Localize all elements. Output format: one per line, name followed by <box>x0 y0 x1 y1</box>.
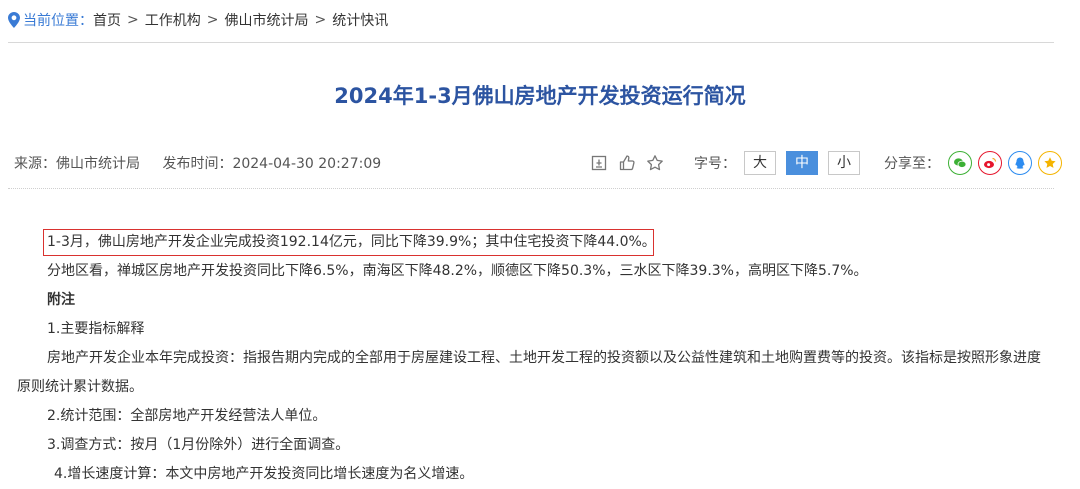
print-icon[interactable] <box>590 154 608 172</box>
notes-heading: 附注 <box>47 292 75 308</box>
share-label: 分享至： <box>884 156 940 172</box>
note-1-description: 房地产开发企业本年完成投资：指报告期内完成的全部用于房屋建设工程、土地开发工程的… <box>47 350 1041 366</box>
font-size-large-button[interactable]: 大 <box>744 151 776 175</box>
article-source: 来源：佛山市统计局 <box>14 156 140 172</box>
article-toolbar: 字号： 大 中 小 分享至： <box>590 151 1068 175</box>
font-size-small-button[interactable]: 小 <box>828 151 860 175</box>
breadcrumb: 当前位置： 首页 > 工作机构 > 佛山市统计局 > 统计快讯 <box>8 10 388 30</box>
qq-icon[interactable] <box>1008 151 1032 175</box>
paragraph-districts: 分地区看，禅城区房地产开发投资同比下降6.5%，南海区下降48.2%，顺德区下降… <box>47 263 868 279</box>
breadcrumb-separator: > <box>127 12 139 28</box>
weibo-icon[interactable] <box>978 151 1002 175</box>
paragraph-summary: 1-3月，佛山房地产开发企业完成投资192.14亿元，同比下降39.9%；其中住… <box>47 234 656 250</box>
meta-divider <box>8 188 1054 189</box>
breadcrumb-divider <box>8 42 1054 43</box>
breadcrumb-home[interactable]: 首页 <box>93 10 121 30</box>
font-size-label: 字号： <box>694 156 736 172</box>
note-3: 3.调查方式：按月（1月份除外）进行全面调查。 <box>47 437 350 453</box>
breadcrumb-separator: > <box>314 12 327 28</box>
article-meta: 来源：佛山市统计局 发布时间：2024-04-30 20:27:09 <box>14 153 381 173</box>
location-pin-icon <box>8 12 20 28</box>
breadcrumb-work-agencies[interactable]: 工作机构 <box>145 10 201 30</box>
wechat-icon[interactable] <box>948 151 972 175</box>
note-2: 2.统计范围：全部房地产开发经营法人单位。 <box>47 408 327 424</box>
article-title: 2024年1-3月佛山房地产开发投资运行简况 <box>334 84 746 108</box>
note-1-description-cont: 原则统计累计数据。 <box>17 379 143 395</box>
font-size-medium-button[interactable]: 中 <box>786 151 818 175</box>
breadcrumb-stat-news[interactable]: 统计快讯 <box>332 10 388 30</box>
qzone-icon[interactable] <box>1038 151 1062 175</box>
breadcrumb-statistics-bureau[interactable]: 佛山市统计局 <box>224 10 308 30</box>
note-1-title: 1.主要指标解释 <box>47 321 145 337</box>
breadcrumb-label: 当前位置： <box>23 13 93 29</box>
breadcrumb-separator: > <box>206 12 219 28</box>
like-icon[interactable] <box>618 154 636 172</box>
favorite-icon[interactable] <box>646 154 664 172</box>
article-publish-time: 发布时间：2024-04-30 20:27:09 <box>162 156 382 172</box>
